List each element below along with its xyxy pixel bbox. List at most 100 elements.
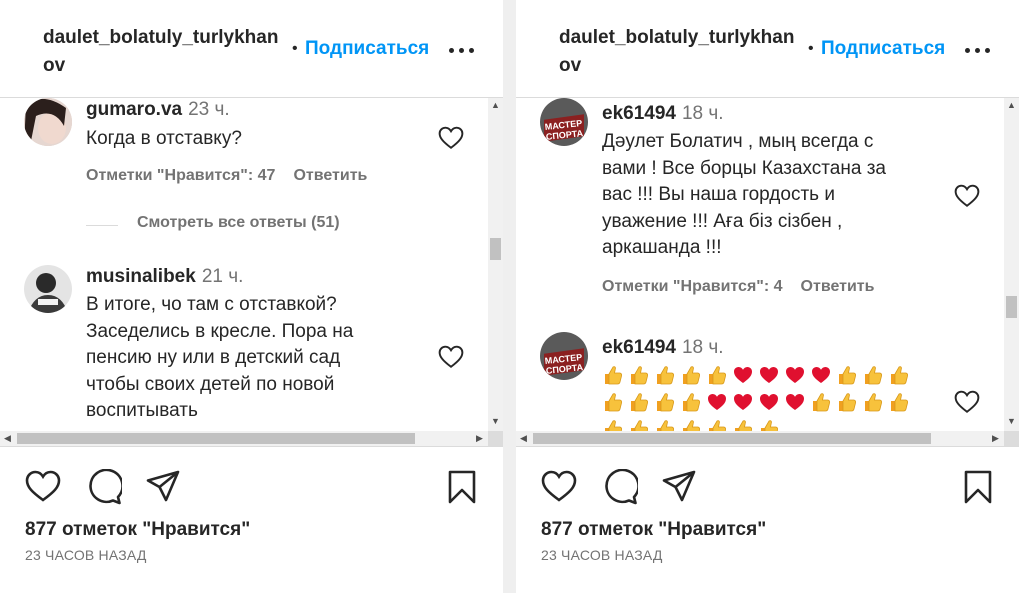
avatar[interactable]: [24, 98, 72, 146]
heart-emoji: [732, 364, 754, 386]
scroll-thumb[interactable]: [17, 433, 415, 444]
thumbs-up-emoji: [628, 391, 650, 413]
thumbs-up-emoji: [706, 418, 728, 431]
comment-username[interactable]: musinalibek 21 ч.: [86, 265, 243, 289]
scroll-up-icon[interactable]: ▲: [488, 100, 503, 110]
thumbs-up-emoji: [654, 391, 676, 413]
comment-username[interactable]: gumaro.va 23 ч.: [86, 98, 230, 122]
thumbs-up-emoji: [654, 418, 676, 431]
scroll-down-icon[interactable]: ▼: [1004, 416, 1019, 426]
vertical-scrollbar[interactable]: ▲ ▼: [488, 98, 503, 431]
avatar[interactable]: [24, 265, 72, 313]
heart-icon[interactable]: [438, 126, 464, 150]
thumbs-up-emoji: [810, 391, 832, 413]
thumbs-up-emoji: [706, 364, 728, 386]
comment: МАСТЕР СПОРТА ek61494 18 ч. Дәулет Болати…: [516, 98, 1004, 295]
heart-emoji: [784, 391, 806, 413]
comment-text: Дәулет Болатич , мың всегда с вами ! Все…: [602, 131, 886, 258]
replies-divider: [86, 225, 118, 226]
follow-button[interactable]: Подписаться: [821, 38, 945, 60]
avatar-badge-text: МАСТЕР СПОРТА: [544, 118, 584, 142]
heart-emoji: [732, 391, 754, 413]
scroll-thumb[interactable]: [533, 433, 931, 444]
heart-emoji: [810, 364, 832, 386]
thumbs-up-emoji: [602, 391, 624, 413]
heart-emoji: [758, 391, 780, 413]
thumbs-up-emoji: [680, 391, 702, 413]
horizontal-scrollbar[interactable]: ◀ ▶: [0, 431, 488, 446]
scroll-right-icon[interactable]: ▶: [988, 433, 1003, 443]
heart-emoji: [758, 364, 780, 386]
horizontal-scrollbar[interactable]: ◀ ▶: [516, 431, 1004, 446]
comment-username[interactable]: ek61494 18 ч.: [602, 102, 724, 126]
comments-list: gumaro.va 23 ч. Когда в отставку? Отметки…: [0, 98, 488, 431]
post-panel-left: daulet_bolatuly_turlykhanov • Подписатьс…: [0, 0, 503, 593]
post-time: 23 ЧАСОВ НАЗАД: [541, 547, 663, 563]
separator-dot: •: [292, 40, 298, 57]
heart-icon[interactable]: [954, 184, 980, 208]
heart-icon[interactable]: [954, 390, 980, 414]
reply-button[interactable]: Ответить: [293, 167, 367, 184]
likes-count[interactable]: 877 отметок "Нравится": [25, 519, 250, 541]
thumbs-up-emoji: [862, 364, 884, 386]
share-icon[interactable]: [661, 469, 697, 505]
thumbs-up-emoji: [680, 418, 702, 431]
post-username[interactable]: daulet_bolatuly_turlykhanov: [559, 24, 799, 80]
scroll-left-icon[interactable]: ◀: [516, 433, 531, 443]
separator-dot: •: [808, 40, 814, 57]
thumbs-up-emoji: [888, 391, 910, 413]
scroll-right-icon[interactable]: ▶: [472, 433, 487, 443]
scroll-left-icon[interactable]: ◀: [0, 433, 15, 443]
scroll-thumb[interactable]: [490, 238, 501, 260]
more-icon[interactable]: [449, 40, 475, 60]
scroll-up-icon[interactable]: ▲: [1004, 100, 1019, 110]
likes-count[interactable]: 877 отметок "Нравится": [541, 519, 766, 541]
thumbs-up-emoji: [888, 364, 910, 386]
vertical-scrollbar[interactable]: ▲ ▼: [1004, 98, 1019, 431]
thumbs-up-emoji: [628, 364, 650, 386]
thumbs-up-emoji: [732, 418, 754, 431]
comment-username[interactable]: ek61494 18 ч.: [602, 336, 724, 360]
scroll-down-icon[interactable]: ▼: [488, 416, 503, 426]
comment-text: Когда в отставку?: [86, 128, 242, 149]
comment-icon[interactable]: [602, 469, 638, 505]
heart-icon[interactable]: [25, 469, 61, 505]
post-panel-right: daulet_bolatuly_turlykhanov • Подписатьс…: [516, 0, 1019, 593]
comment-time: 18 ч.: [681, 337, 724, 358]
scrollbar-corner: [488, 431, 503, 446]
heart-emoji: [784, 364, 806, 386]
post-header: daulet_bolatuly_turlykhanov • Подписатьс…: [0, 0, 503, 98]
comment-icon[interactable]: [86, 469, 122, 505]
comment: МАСТЕР СПОРТА ek61494 18 ч.: [516, 332, 1004, 431]
post-actions: 877 отметок "Нравится" 23 ЧАСОВ НАЗАД: [0, 446, 503, 593]
comment-time: 18 ч.: [681, 103, 724, 124]
bookmark-icon[interactable]: [960, 469, 996, 505]
reply-button[interactable]: Ответить: [801, 278, 875, 295]
heart-emoji: [706, 391, 728, 413]
bookmark-icon[interactable]: [444, 469, 480, 505]
post-username[interactable]: daulet_bolatuly_turlykhanov: [43, 24, 283, 80]
thumbs-up-emoji: [836, 391, 858, 413]
comment-meta: Отметки "Нравится": 47 Ответить: [86, 167, 385, 185]
heart-icon[interactable]: [541, 469, 577, 505]
comment-time: 23 ч.: [188, 99, 230, 120]
thumbs-up-emoji: [680, 364, 702, 386]
thumbs-up-emoji: [602, 418, 624, 431]
comment-likes[interactable]: Отметки "Нравится": 4: [602, 278, 783, 295]
thumbs-up-emoji: [862, 391, 884, 413]
thumbs-up-emoji: [836, 364, 858, 386]
thumbs-up-emoji: [628, 418, 650, 431]
share-icon[interactable]: [145, 469, 181, 505]
avatar[interactable]: МАСТЕР СПОРТА: [540, 98, 588, 146]
avatar[interactable]: МАСТЕР СПОРТА: [540, 332, 588, 380]
scroll-thumb[interactable]: [1006, 296, 1017, 318]
heart-icon[interactable]: [438, 345, 464, 369]
thumbs-up-emoji: [758, 418, 780, 431]
view-replies-button[interactable]: Смотреть все ответы (51): [137, 214, 340, 232]
more-icon[interactable]: [965, 40, 991, 60]
follow-button[interactable]: Подписаться: [305, 38, 429, 60]
post-header: daulet_bolatuly_turlykhanov • Подписатьс…: [516, 0, 1019, 98]
comments-list: МАСТЕР СПОРТА ek61494 18 ч. Дәулет Болати…: [516, 98, 1004, 431]
comment-likes[interactable]: Отметки "Нравится": 47: [86, 167, 275, 184]
post-time: 23 ЧАСОВ НАЗАД: [25, 547, 147, 563]
